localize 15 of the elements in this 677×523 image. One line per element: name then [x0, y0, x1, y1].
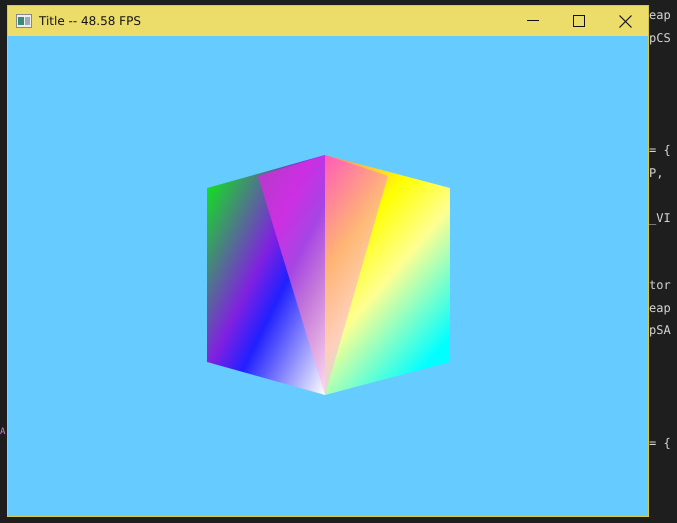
code-fragment: A	[0, 426, 6, 438]
code-fragment: pSA	[649, 322, 671, 339]
code-fragment: pCS	[649, 30, 671, 46]
code-fragment: eap	[649, 300, 671, 316]
code-fragment: eap	[649, 7, 671, 24]
close-icon	[618, 14, 632, 28]
window-title: Title -- 48.58 FPS	[39, 14, 142, 28]
code-fragment: _VI	[649, 210, 671, 227]
maximize-icon	[573, 15, 585, 27]
code-fragment: = {	[649, 142, 671, 159]
minimize-icon	[527, 20, 539, 22]
app-icon	[16, 14, 32, 28]
code-fragment: tor	[649, 277, 671, 294]
code-fragment: = {	[649, 434, 671, 452]
code-fragment: P,	[649, 164, 664, 182]
